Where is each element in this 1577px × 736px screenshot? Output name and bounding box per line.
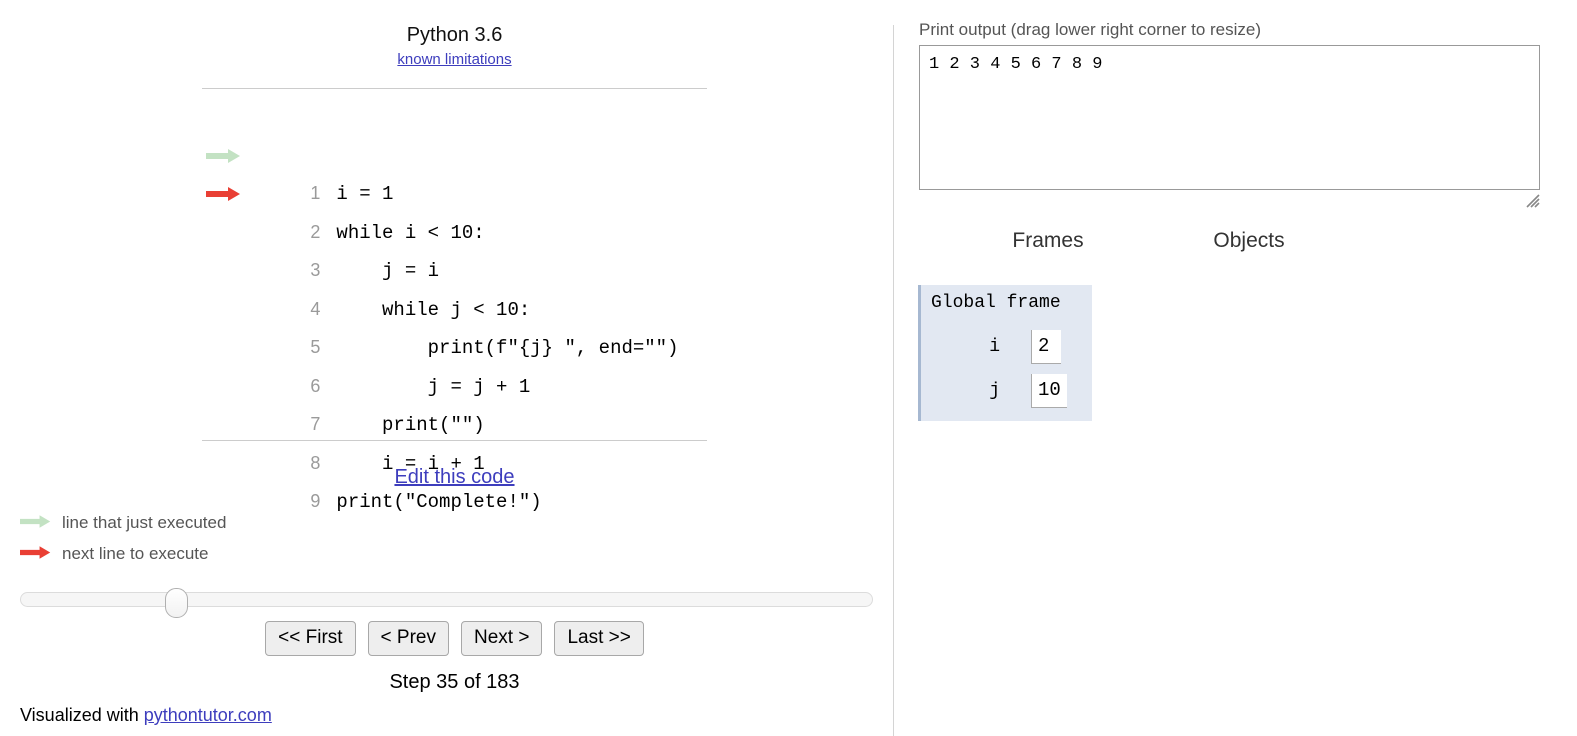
arrow-slot (202, 290, 248, 329)
code-line: 1i = 1 (202, 97, 707, 205)
last-button[interactable]: Last >> (554, 621, 644, 656)
arrow-slot (202, 174, 248, 213)
print-output-text: 1 2 3 4 5 6 7 8 9 (929, 55, 1103, 74)
code-line: 4 while j < 10: (202, 213, 707, 321)
arrow-slot (202, 405, 248, 444)
arrow-legend: line that just executed next line to exe… (20, 506, 226, 568)
code-line: 6 j = j + 1 (202, 290, 707, 398)
print-output-label: Print output (drag lower right corner to… (919, 20, 1262, 39)
global-frame-title: Global frame (931, 293, 1061, 313)
resize-handle-icon[interactable] (1526, 194, 1540, 208)
edit-this-code-link[interactable]: Edit this code (394, 466, 514, 488)
red-arrow-icon (20, 546, 51, 559)
variable-name: i (989, 337, 1000, 357)
green-arrow-icon (20, 515, 51, 528)
variable-name: j (989, 381, 1000, 401)
variable-value: 2 (1031, 330, 1061, 364)
global-frame: Global frame i 2 j 10 (918, 285, 1092, 421)
pythontutor-link[interactable]: pythontutor.com (144, 705, 272, 725)
next-button[interactable]: Next > (461, 621, 543, 656)
legend-row-just-executed: line that just executed (20, 506, 226, 537)
arrow-slot (202, 136, 248, 175)
frames-heading: Frames (1012, 229, 1084, 252)
code-listing: 1i = 1 2 while i < 10: 3 j = i 4 while j … (202, 97, 707, 513)
slider-track[interactable] (20, 592, 873, 607)
arrow-slot (202, 367, 248, 406)
green-arrow-icon (206, 148, 240, 163)
navigation-buttons: << First < Prev Next > Last >> (202, 621, 707, 656)
edit-code-container: Edit this code (202, 466, 707, 489)
footer-credit: Visualized with pythontutor.com (20, 705, 272, 726)
arrow-slot (202, 251, 248, 290)
first-button[interactable]: << First (265, 621, 356, 656)
arrow-slot (202, 328, 248, 367)
variable-row: j 10 (921, 374, 1092, 414)
python-version-label: Python 3.6 (406, 24, 503, 46)
print-output-box[interactable]: 1 2 3 4 5 6 7 8 9 (919, 45, 1540, 190)
legend-label-next-line: next line to execute (62, 544, 209, 564)
code-line: 5 print(f"{j} ", end="") (202, 251, 707, 359)
arrow-slot (202, 213, 248, 252)
code-pane: Python 3.6 known limitations 1i = 1 2 whi… (0, 0, 893, 736)
legend-label-just-executed: line that just executed (62, 513, 227, 533)
step-counter-label: Step 35 of 183 (389, 671, 520, 693)
red-arrow-icon (206, 187, 240, 201)
known-limitations-link[interactable]: known limitations (397, 51, 511, 68)
arrow-slot (202, 97, 248, 136)
legend-row-next-line: next line to execute (20, 537, 226, 568)
footer-credit-prefix: Visualized with (20, 705, 144, 725)
code-line: 7 print("") (202, 328, 707, 436)
code-line: 3 j = i (202, 174, 707, 282)
code-bottom-divider (202, 440, 707, 441)
code-line: 9 print("Complete!") (202, 405, 707, 513)
variable-row: i 2 (921, 330, 1092, 370)
step-slider[interactable] (20, 588, 873, 618)
code-line: 8 i = i + 1 (202, 367, 707, 475)
prev-button[interactable]: < Prev (367, 621, 449, 656)
objects-heading: Objects (1213, 229, 1285, 252)
known-limitations-container: known limitations (202, 49, 707, 70)
code-line: 2 while i < 10: (202, 136, 707, 244)
visualization-pane: Print output (drag lower right corner to… (894, 0, 1577, 736)
variable-value: 10 (1031, 374, 1067, 408)
slider-thumb[interactable] (165, 588, 188, 618)
code-top-divider (202, 88, 707, 89)
